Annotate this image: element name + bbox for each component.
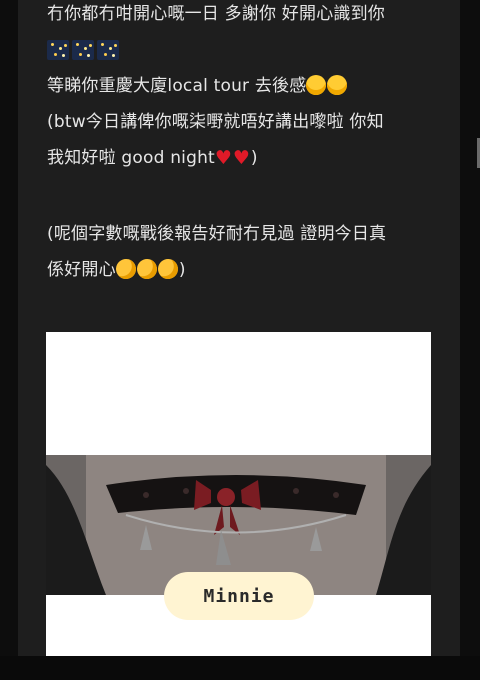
grin-emoji-icon bbox=[306, 75, 327, 95]
right-margin bbox=[460, 0, 480, 656]
post-line-end: ) bbox=[250, 148, 258, 168]
rofl-emoji-icon bbox=[112, 256, 139, 282]
rofl-emoji-icon bbox=[133, 256, 160, 282]
sparkles-icon bbox=[72, 40, 94, 60]
post-line: 係好開心) bbox=[47, 252, 447, 288]
post-line-text: 係好開心 bbox=[47, 260, 116, 280]
screen: 冇你都冇咁開心嘅一日 多謝你 好開心識到你 等睇你重慶大廈local tour … bbox=[0, 0, 480, 680]
post-line-text: 我知好啦 good night bbox=[47, 148, 215, 168]
sparkles-icon bbox=[47, 40, 69, 60]
heart-icon: ♥ bbox=[232, 147, 251, 169]
sparkles-icon bbox=[97, 40, 119, 60]
post-line: 我知好啦 good night♥♥) bbox=[47, 140, 447, 176]
post-line-end: ) bbox=[178, 260, 186, 280]
post-line-text: 等睇你重慶大廈local tour 去後感 bbox=[47, 76, 307, 96]
post-line: 等睇你重慶大廈local tour 去後感 bbox=[47, 68, 447, 104]
name-sticker: Minnie bbox=[164, 572, 314, 620]
left-margin bbox=[0, 0, 18, 656]
grin-emoji-icon bbox=[327, 75, 348, 95]
sparkles-emoji-row bbox=[47, 32, 447, 68]
rofl-emoji-icon bbox=[154, 256, 181, 282]
post-image[interactable]: Minnie bbox=[46, 332, 431, 656]
bottom-bar bbox=[0, 656, 480, 680]
post-body: 冇你都冇咁開心嘅一日 多謝你 好開心識到你 等睇你重慶大廈local tour … bbox=[47, 0, 447, 288]
post-line: 冇你都冇咁開心嘅一日 多謝你 好開心識到你 bbox=[47, 4, 386, 24]
heart-icon: ♥ bbox=[214, 147, 233, 169]
post-line: (btw今日講俾你嘅柒嘢就唔好講出嚟啦 你知 bbox=[47, 112, 384, 132]
post-line: (呢個字數嘅戰後報告好耐冇見過 證明今日真 bbox=[47, 224, 387, 244]
name-sticker-label: Minnie bbox=[203, 585, 275, 607]
